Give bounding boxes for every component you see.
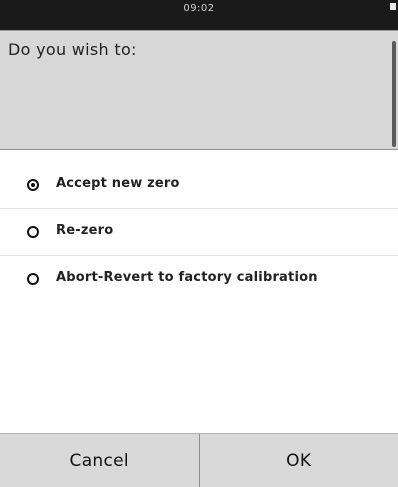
prompt-panel: Do you wish to:: [0, 30, 398, 150]
radio-selected-icon[interactable]: [27, 179, 39, 191]
radio-unselected-icon[interactable]: [27, 273, 39, 285]
clock: 09:02: [183, 3, 215, 14]
option-list: Accept new zero Re-zero Abort-Revert to …: [0, 162, 398, 303]
prompt-text: Do you wish to:: [8, 40, 137, 59]
radio-unselected-icon[interactable]: [27, 226, 39, 238]
ok-button[interactable]: OK: [200, 434, 398, 487]
option-accept-new-zero[interactable]: Accept new zero: [0, 162, 398, 209]
cancel-button[interactable]: Cancel: [0, 434, 199, 487]
scrollbar[interactable]: [392, 41, 396, 147]
option-re-zero[interactable]: Re-zero: [0, 209, 398, 256]
option-abort-revert[interactable]: Abort-Revert to factory calibration: [0, 256, 398, 303]
option-label: Abort-Revert to factory calibration: [56, 270, 318, 285]
button-bar: Cancel OK: [0, 433, 398, 487]
status-bar: 09:02: [0, 0, 398, 30]
option-label: Accept new zero: [56, 176, 180, 191]
battery-icon: [390, 3, 396, 10]
option-label: Re-zero: [56, 223, 114, 238]
